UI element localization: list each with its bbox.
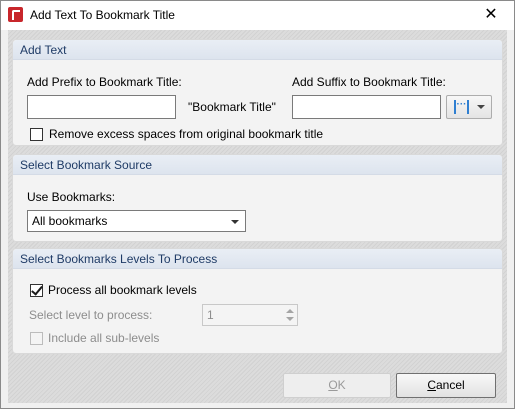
process-all-levels-label: Process all bookmark levels: [48, 283, 197, 297]
dialog-window: Add Text To Bookmark Title ✕ Add Text Ad…: [0, 0, 515, 409]
include-sublevels-checkbox[interactable]: [30, 332, 43, 345]
ok-button[interactable]: OK: [283, 373, 391, 398]
process-all-levels-checkbox[interactable]: [30, 284, 43, 297]
title-bar: Add Text To Bookmark Title ✕: [1, 1, 514, 30]
cancel-label-rest: ancel: [435, 378, 465, 392]
bookmark-source-select[interactable]: All bookmarks: [27, 210, 246, 232]
macro-insert-icon: ···: [454, 100, 469, 114]
add-text-section: Add Text Add Prefix to Bookmark Title: "…: [12, 39, 503, 146]
dialog-body: Add Text Add Prefix to Bookmark Title: "…: [8, 30, 507, 403]
include-sublevels-label: Include all sub-levels: [48, 331, 160, 345]
cancel-button[interactable]: Cancel: [396, 373, 496, 398]
add-text-header: Add Text: [13, 40, 502, 60]
section-title: Add Text: [20, 43, 67, 57]
bookmark-source-value: All bookmarks: [32, 214, 108, 228]
prefix-input[interactable]: [27, 95, 176, 119]
cancel-accelerator: C: [427, 378, 436, 392]
spin-down-icon[interactable]: [286, 317, 294, 321]
use-bookmarks-label: Use Bookmarks:: [27, 190, 116, 204]
levels-section: Select Bookmarks Levels To Process Proce…: [12, 248, 503, 354]
prefix-label: Add Prefix to Bookmark Title:: [27, 75, 182, 89]
bookmark-source-section: Select Bookmark Source Use Bookmarks: Al…: [12, 154, 503, 242]
ok-accelerator: O: [328, 378, 338, 392]
levels-header: Select Bookmarks Levels To Process: [13, 249, 502, 269]
remove-spaces-label: Remove excess spaces from original bookm…: [49, 127, 324, 141]
spin-up-icon[interactable]: [286, 309, 294, 313]
select-level-label: Select level to process:: [29, 308, 153, 322]
chevron-down-icon: [477, 105, 485, 109]
close-button[interactable]: ✕: [468, 1, 514, 30]
suffix-input[interactable]: [292, 95, 441, 119]
ok-label-rest: K: [337, 378, 346, 392]
level-spinner[interactable]: 1: [202, 304, 298, 326]
level-value: 1: [207, 308, 214, 322]
remove-spaces-checkbox[interactable]: [30, 128, 43, 141]
window-title: Add Text To Bookmark Title: [30, 8, 175, 22]
section-title: Select Bookmarks Levels To Process: [20, 252, 218, 266]
insert-macro-button[interactable]: ···: [446, 95, 492, 119]
pdf-app-icon: [8, 7, 23, 22]
bookmark-title-placeholder: "Bookmark Title": [188, 100, 276, 114]
section-title: Select Bookmark Source: [20, 158, 153, 172]
suffix-label: Add Suffix to Bookmark Title:: [292, 75, 446, 89]
chevron-down-icon: [231, 220, 239, 224]
bookmark-source-header: Select Bookmark Source: [13, 155, 502, 175]
